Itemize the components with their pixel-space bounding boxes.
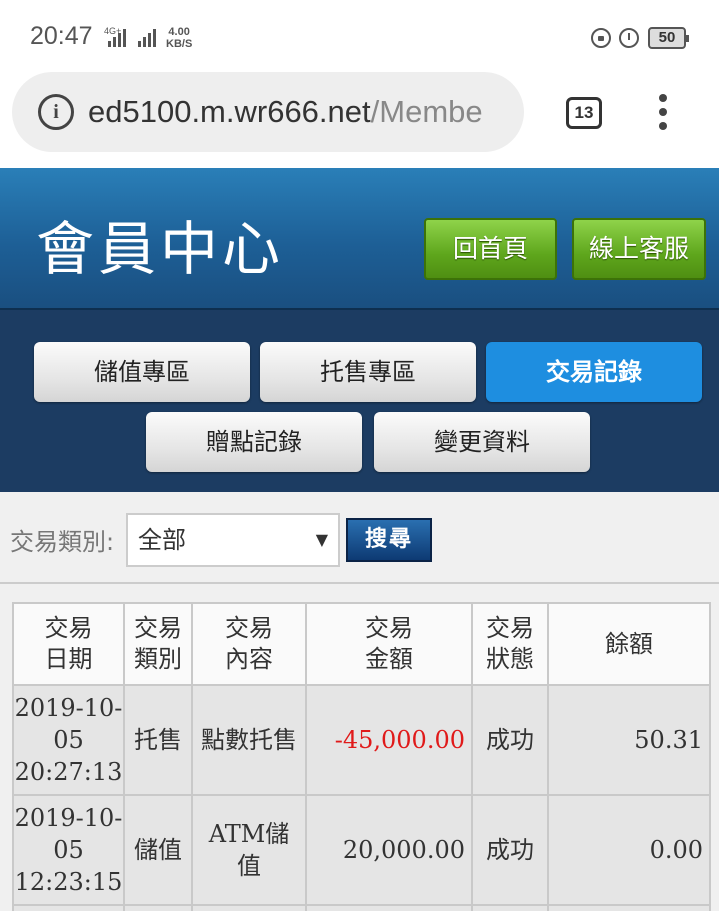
cell-balance: 50.31 [547, 684, 711, 796]
dropdown-arrow-icon: ▼ [315, 530, 328, 549]
member-nav: 儲值專區 托售專區 交易記錄 贈點記錄 變更資料 [0, 310, 719, 492]
page-title: 會員中心 [36, 215, 285, 283]
nav-consignment[interactable]: 托售專區 [260, 342, 476, 402]
table-header-row: 交易 日期 交易 類別 交易 內容 交易 金額 交易 狀態 餘額 [12, 602, 711, 686]
url-path: /Membe [370, 94, 483, 129]
cell-type: 托售 [123, 684, 193, 796]
select-value: 全部 [138, 526, 186, 554]
page-header: 會員中心 回首頁 線上客服 [0, 168, 719, 310]
transactions-table-wrapper: 交易 日期 交易 類別 交易 內容 交易 金額 交易 狀態 餘額 2019-10- 05 20… [12, 602, 711, 911]
col-header-balance: 餘額 [547, 602, 711, 686]
col-header-amount: 交易 金額 [305, 602, 473, 686]
info-icon[interactable]: i [38, 94, 74, 130]
cell-type: 儲值 [123, 794, 193, 906]
speed-unit: KB/S [166, 38, 193, 50]
signal-icon [108, 27, 126, 47]
cell-date: 2019-10- 05 20:27:13 [12, 684, 125, 796]
col-header-type: 交易 類別 [123, 602, 193, 686]
cell-amount: -45,000.00 [305, 684, 473, 796]
cell-status: 成功 [471, 794, 549, 906]
transactions-table: 交易 日期 交易 類別 交易 內容 交易 金額 交易 狀態 餘額 2019-10- 05 20… [12, 602, 711, 911]
col-header-status: 交易 狀態 [471, 602, 549, 686]
cell-amount: 20,000.00 [305, 794, 473, 906]
search-button[interactable]: 搜尋 [346, 518, 432, 562]
cell-balance: 0.00 [547, 794, 711, 906]
battery-icon: 50 [648, 27, 689, 49]
table-row [12, 904, 711, 911]
filter-label: 交易類別: [10, 528, 115, 556]
nav-edit-profile[interactable]: 變更資料 [374, 412, 590, 472]
lock-rotation-icon [591, 28, 611, 48]
table-row: 2019-10- 05 20:27:13 托售 點數托售 -45,000.00 成功… [12, 684, 711, 796]
alarm-icon [619, 28, 639, 48]
customer-service-button[interactable]: 線上客服 [572, 218, 706, 280]
url-host: ed5100.m.wr666.net [88, 94, 371, 129]
nav-bonus-records[interactable]: 贈點記錄 [146, 412, 362, 472]
filter-bar: 交易類別: 全部 ▼ 搜尋 [0, 492, 719, 584]
table-row: 2019-10- 05 12:23:15 儲值 ATM儲值 20,000.00 成功… [12, 794, 711, 906]
cell-status: 成功 [471, 684, 549, 796]
nav-transactions[interactable]: 交易記錄 [486, 342, 702, 402]
tab-switcher-button[interactable]: 13 [566, 97, 602, 129]
cell-date: 2019-10- 05 12:23:15 [12, 794, 125, 906]
col-header-content: 交易 內容 [191, 602, 307, 686]
url-text[interactable]: ed5100.m.wr666.net/Membe [88, 94, 483, 130]
cell-content: ATM儲值 [191, 794, 307, 906]
transaction-type-select[interactable]: 全部 ▼ [126, 513, 340, 567]
speed-value: 4.00 [168, 26, 190, 38]
home-button[interactable]: 回首頁 [424, 218, 557, 280]
browser-toolbar: i ed5100.m.wr666.net/Membe 13 [0, 70, 719, 168]
col-header-date: 交易 日期 [12, 602, 125, 686]
network-speed: 4.00 KB/S [166, 26, 192, 50]
nav-deposit[interactable]: 儲值專區 [34, 342, 250, 402]
cell-content: 點數托售 [191, 684, 307, 796]
status-bar: 20:47 4G+ 4.00 KB/S 50 [0, 0, 719, 70]
signal-icon [138, 27, 156, 47]
address-bar[interactable]: i ed5100.m.wr666.net/Membe [12, 72, 524, 152]
more-menu-icon[interactable] [654, 94, 674, 134]
status-time: 20:47 [30, 22, 93, 50]
